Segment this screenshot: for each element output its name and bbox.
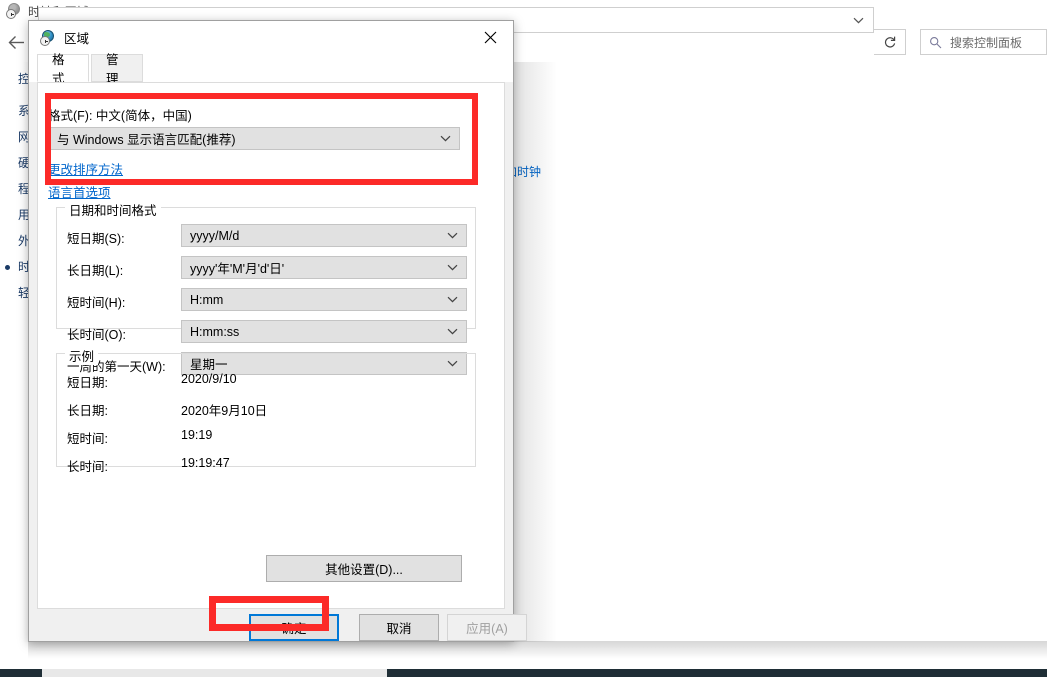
taskbar-middle-segment — [42, 669, 387, 677]
sample-legend: 示例 — [65, 346, 98, 365]
sample-long-time-row: 长时间: 19:19:47 — [57, 450, 477, 478]
short-time-row: 短时间(H): H:mm — [57, 286, 477, 318]
window-bottom-shadow — [28, 641, 1047, 659]
short-date-select[interactable]: yyyy/M/d — [181, 224, 467, 247]
sample-long-time-value: 19:19:47 — [181, 456, 230, 470]
sample-long-time-label: 长时间: — [67, 456, 108, 475]
format-select-value: 与 Windows 显示语言匹配(推荐) — [57, 129, 235, 148]
chevron-down-icon — [447, 232, 458, 239]
apply-button: 应用(A) — [447, 614, 527, 641]
dialog-tabstrip: 格式 管理 — [29, 54, 513, 82]
refresh-icon[interactable] — [874, 29, 906, 55]
cancel-button[interactable]: 取消 — [359, 614, 439, 641]
short-time-select[interactable]: H:mm — [181, 288, 467, 311]
short-time-label: 短时间(H): — [67, 292, 125, 311]
sample-long-date-row: 长日期: 2020年9月10日 — [57, 394, 477, 422]
long-time-label: 长时间(O): — [67, 324, 126, 343]
region-dialog: 区域 格式 管理 格式(F): 中文(简体，中国) 与 Windows 显示语言… — [28, 20, 514, 642]
format-label: 格式(F): 中文(简体，中国) — [48, 105, 192, 124]
search-input[interactable]: 搜索控制面板 — [920, 29, 1047, 55]
datetime-format-legend: 日期和时间格式 — [65, 200, 161, 219]
sample-group: 示例 短日期: 2020/9/10 长日期: 2020年9月10日 短时间: 1… — [56, 353, 476, 467]
format-select[interactable]: 与 Windows 显示语言匹配(推荐) — [48, 127, 460, 150]
short-time-value: H:mm — [190, 293, 223, 307]
change-sorting-method-link[interactable]: 更改排序方法 — [48, 159, 123, 178]
chevron-down-icon — [447, 296, 458, 303]
sidebar-current-bullet — [5, 265, 10, 270]
sample-short-time-row: 短时间: 19:19 — [57, 422, 477, 450]
cancel-button-label: 取消 — [386, 618, 411, 637]
tab-format[interactable]: 格式 — [37, 54, 89, 82]
chevron-down-icon — [440, 135, 451, 142]
language-preferences-link[interactable]: 语言首选项 — [48, 182, 111, 201]
long-time-value: H:mm:ss — [190, 325, 239, 339]
sample-long-date-value: 2020年9月10日 — [181, 400, 267, 419]
search-icon — [929, 36, 942, 49]
taskbar — [0, 660, 1047, 677]
additional-settings-button[interactable]: 其他设置(D)... — [266, 555, 462, 582]
dialog-titlebar: 区域 — [29, 21, 513, 54]
sample-short-time-value: 19:19 — [181, 428, 212, 442]
taskbar-left-segment — [0, 669, 42, 677]
long-date-select[interactable]: yyyy'年'M'月'd'日' — [181, 256, 467, 279]
search-placeholder: 搜索控制面板 — [950, 34, 1022, 51]
taskbar-right-segment — [387, 669, 1047, 677]
clock-region-icon — [6, 3, 22, 19]
ok-button[interactable]: 确定 — [249, 614, 339, 641]
sample-short-date-row: 短日期: 2020/9/10 — [57, 366, 477, 394]
sample-short-date-label: 短日期: — [67, 372, 108, 391]
sample-long-date-label: 长日期: — [67, 400, 108, 419]
short-date-value: yyyy/M/d — [190, 229, 239, 243]
apply-button-label: 应用(A) — [466, 618, 508, 637]
sample-short-time-label: 短时间: — [67, 428, 108, 447]
ok-button-label: 确定 — [281, 618, 306, 637]
long-time-row: 长时间(O): H:mm:ss — [57, 318, 477, 350]
additional-settings-label: 其他设置(D)... — [325, 559, 403, 578]
tab-administrative[interactable]: 管理 — [91, 54, 143, 82]
long-time-select[interactable]: H:mm:ss — [181, 320, 467, 343]
datetime-format-group: 日期和时间格式 短日期(S): yyyy/M/d 长日期(L): yyyy'年'… — [56, 207, 476, 329]
chevron-down-icon[interactable] — [843, 8, 873, 32]
long-date-label: 长日期(L): — [67, 260, 123, 279]
chevron-down-icon — [447, 328, 458, 335]
long-date-value: yyyy'年'M'月'd'日' — [190, 258, 284, 277]
short-date-row: 短日期(S): yyyy/M/d — [57, 222, 477, 254]
dialog-title: 区域 — [64, 28, 89, 47]
region-globe-clock-icon — [40, 30, 56, 46]
short-date-label: 短日期(S): — [67, 228, 125, 247]
dialog-shadow-strip — [511, 62, 557, 642]
chevron-down-icon — [447, 264, 458, 271]
sample-short-date-value: 2020/9/10 — [181, 372, 237, 386]
long-date-row: 长日期(L): yyyy'年'M'月'd'日' — [57, 254, 477, 286]
close-icon[interactable] — [468, 21, 513, 54]
dialog-content-panel: 格式(F): 中文(简体，中国) 与 Windows 显示语言匹配(推荐) 更改… — [37, 82, 505, 609]
